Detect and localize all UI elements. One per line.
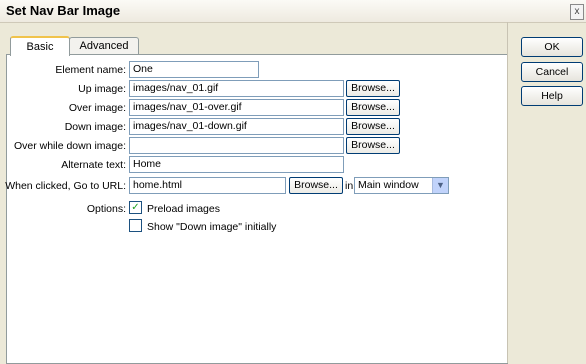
tab-advanced[interactable]: Advanced (69, 37, 139, 55)
alternate-text-label: Alternate text: (61, 159, 126, 171)
close-icon[interactable]: x (570, 4, 584, 20)
preload-images-checkbox[interactable]: ✓ (129, 201, 142, 214)
go-to-url-field[interactable]: home.html (129, 177, 286, 194)
over-image-label: Over image: (68, 102, 126, 114)
chevron-down-icon[interactable]: ▼ (432, 178, 448, 193)
over-while-down-browse-button[interactable]: Browse... (346, 137, 400, 154)
element-name-field[interactable]: One (129, 61, 259, 78)
help-button[interactable]: Help (521, 86, 583, 106)
go-to-url-label: When clicked, Go to URL: (5, 180, 126, 192)
over-while-down-field[interactable] (129, 137, 344, 154)
options-label: Options: (86, 203, 126, 215)
show-down-image-checkbox[interactable] (129, 219, 142, 232)
go-to-url-browse-button[interactable]: Browse... (289, 177, 343, 194)
dialog-title: Set Nav Bar Image (6, 3, 121, 18)
up-image-field[interactable]: images/nav_01.gif (129, 80, 344, 97)
target-window-select[interactable]: Main window ▼ (354, 177, 449, 194)
title-bar: Set Nav Bar Image x (0, 0, 586, 23)
alternate-text-field[interactable]: Home (129, 156, 344, 173)
in-label: in (345, 180, 354, 192)
tab-basic[interactable]: Basic (10, 36, 70, 56)
preload-images-label: Preload images (147, 203, 220, 215)
up-image-browse-button[interactable]: Browse... (346, 80, 400, 97)
show-down-image-label: Show "Down image" initially (147, 221, 277, 233)
over-while-down-label: Over while down image: (13, 140, 126, 152)
element-name-label: Element name: (55, 64, 126, 76)
target-window-value: Main window (358, 179, 419, 191)
up-image-label: Up image: (78, 83, 126, 95)
ok-button[interactable]: OK (521, 37, 583, 57)
over-image-browse-button[interactable]: Browse... (346, 99, 400, 116)
down-image-label: Down image: (64, 121, 126, 133)
down-image-browse-button[interactable]: Browse... (346, 118, 400, 135)
over-image-field[interactable]: images/nav_01-over.gif (129, 99, 344, 116)
down-image-field[interactable]: images/nav_01-down.gif (129, 118, 344, 135)
cancel-button[interactable]: Cancel (521, 62, 583, 82)
divider (507, 22, 508, 363)
checkmark-icon: ✓ (131, 202, 140, 213)
